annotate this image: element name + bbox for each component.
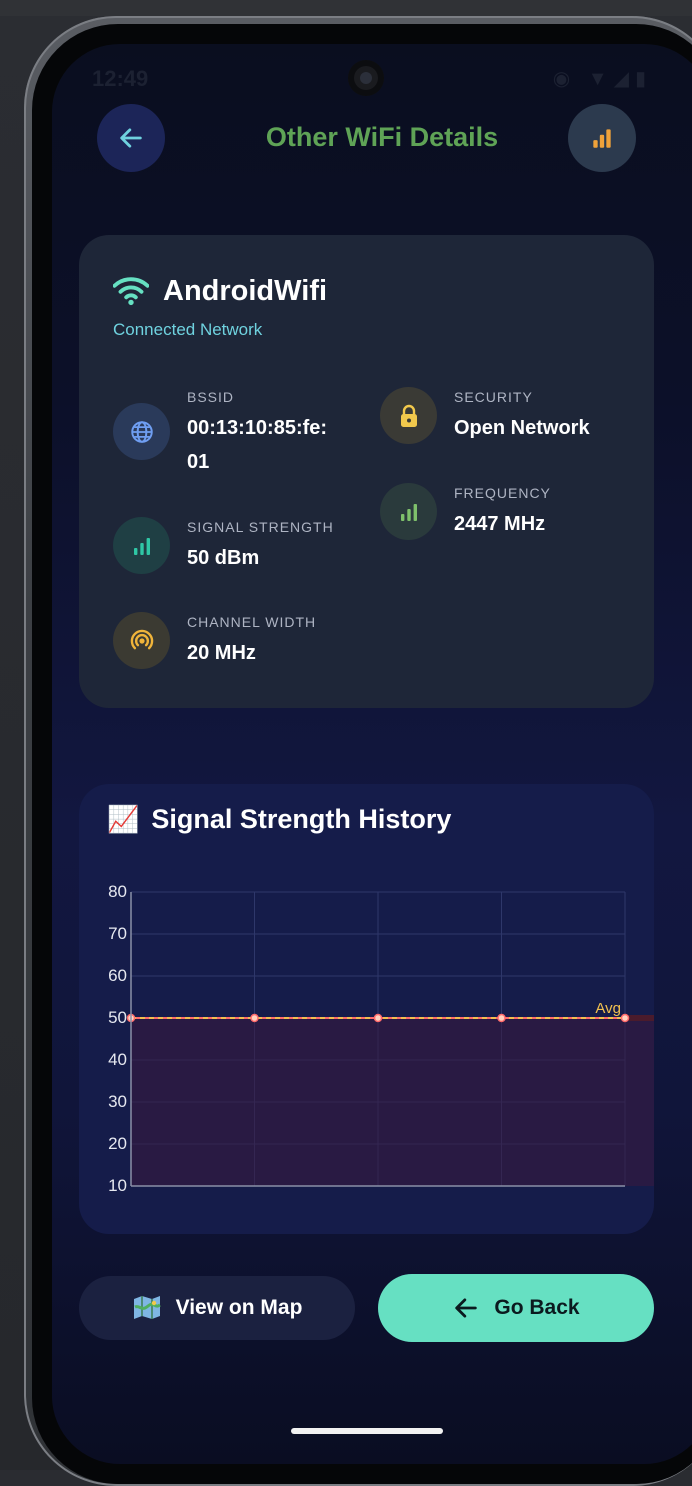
detail-bssid-label: BSSID: [187, 389, 235, 405]
map-icon: [132, 1295, 162, 1321]
view-on-map-label: View on Map: [175, 1296, 303, 1319]
detail-frequency-value: 2447 MHz: [454, 513, 546, 535]
series-point: [373, 1013, 383, 1023]
y-tick-label: 10: [108, 1176, 127, 1194]
detail-bssid-icon-wrap: [113, 403, 170, 460]
detail-security-value: Open Network: [454, 417, 590, 439]
detail-frequency-icon-wrap: [380, 483, 437, 540]
series-point: [620, 1013, 630, 1023]
detail-bssid-value: 00:13:10:85:fe: 01: [187, 417, 328, 473]
arrow-left-icon: [452, 1294, 480, 1322]
series-area-edge: [625, 1015, 654, 1021]
y-tick-label: 30: [108, 1092, 127, 1111]
y-tick-label: 20: [108, 1134, 127, 1153]
chart-title-text: Signal Strength History: [151, 804, 452, 834]
detail-security-label: SECURITY: [454, 389, 533, 405]
app-screen: 12:49 ◉ ▼◢▮ Other WiFi Details AndroidWi…: [52, 44, 692, 1464]
chart-title: 📈 Signal Strength History: [107, 804, 451, 835]
network-subtitle: Connected Network: [113, 320, 263, 339]
network-header: AndroidWifi: [113, 271, 327, 311]
front-camera: [348, 60, 384, 96]
detail-channel-label: CHANNEL WIDTH: [187, 614, 317, 630]
signal-bars-icon: [133, 537, 150, 555]
detail-signal-icon-wrap: [113, 517, 170, 574]
series-area: [131, 1018, 654, 1186]
detail-frequency: FREQUENCY 2447 MHz: [380, 483, 620, 553]
globe-icon: [130, 420, 153, 443]
detail-security-icon-wrap: [380, 387, 437, 444]
broadcast-icon: [130, 629, 153, 649]
signal-button[interactable]: [568, 104, 636, 172]
detail-signal-value: 50 dBm: [187, 547, 260, 569]
signal-bars-icon: [593, 129, 611, 148]
detail-channel-width: CHANNEL WIDTH 20 MHz: [113, 612, 373, 682]
home-indicator[interactable]: [291, 1428, 443, 1434]
detail-signal-strength: SIGNAL STRENGTH 50 dBm: [113, 517, 373, 587]
detail-signal-label: SIGNAL STRENGTH: [187, 519, 334, 535]
lock-icon: [400, 404, 417, 427]
series-point: [497, 1013, 506, 1023]
signal-bars-icon: [400, 503, 417, 521]
go-back-label: Go Back: [494, 1296, 580, 1319]
signal-history-chart: 80 70 60 50 40 30 20 10 Avg: [108, 882, 654, 1194]
y-tick-label: 70: [108, 924, 127, 943]
detail-channel-value: 20 MHz: [187, 642, 256, 664]
series-point: [250, 1013, 259, 1023]
detail-bssid: BSSID 00:13:10:85:fe: 01: [113, 389, 353, 503]
status-time: 12:49: [92, 66, 149, 91]
average-label: Avg: [595, 1000, 621, 1017]
y-tick-label: 80: [108, 882, 127, 901]
network-details-card: AndroidWifi Connected Network BSSID 00:1…: [79, 235, 654, 708]
app-header: Other WiFi Details: [52, 104, 692, 174]
y-tick-label: 40: [108, 1050, 127, 1069]
detail-frequency-label: FREQUENCY: [454, 485, 551, 501]
chart-trend-icon: 📈: [107, 804, 140, 834]
wifi-icon: [113, 277, 149, 306]
go-back-button[interactable]: Go Back: [378, 1274, 654, 1342]
signal-history-card: 📈 Signal Strength History 80 70 60 50 40 30 20…: [79, 784, 654, 1234]
y-tick-label: 50: [108, 1008, 127, 1027]
y-tick-label: 60: [108, 966, 127, 985]
network-name: AndroidWifi: [163, 274, 328, 307]
view-on-map-button[interactable]: View on Map: [79, 1276, 355, 1340]
detail-channel-icon-wrap: [113, 612, 170, 669]
detail-security: SECURITY Open Network: [380, 387, 620, 457]
emulator-toolbar: [0, 0, 692, 16]
status-icons: ◉ ▼◢▮: [552, 68, 652, 90]
